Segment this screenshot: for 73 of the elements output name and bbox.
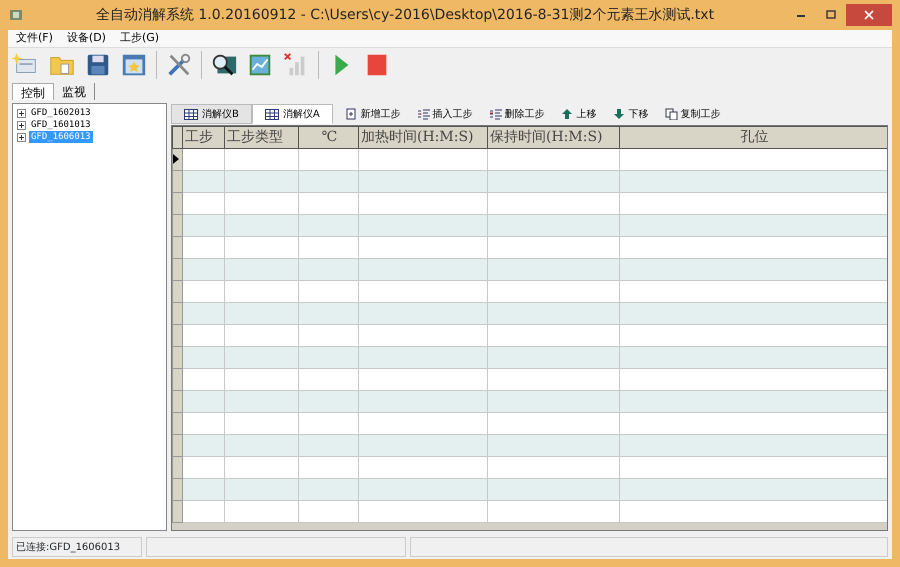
app-icon <box>8 8 24 22</box>
table-cell <box>182 368 224 390</box>
down-arrow-icon <box>612 108 626 120</box>
table-cell <box>298 236 358 258</box>
table-cell <box>182 258 224 280</box>
window-title: 全自动消解系统 1.0.20160912 - C:\Users\cy-2016\Desktop\2016-8-31测2个元素王水测试.txt <box>94 6 716 24</box>
delete-row-icon <box>488 108 502 120</box>
up-arrow-icon <box>560 108 574 120</box>
toolbar-button[interactable]: 下移 <box>608 106 653 122</box>
table-cell <box>182 170 224 192</box>
device-tab[interactable]: 消解仪A <box>252 104 333 124</box>
table-cell <box>298 434 358 456</box>
table-cell <box>298 478 358 500</box>
add-row-icon <box>344 108 358 120</box>
menu-item[interactable]: 工步(G) <box>120 30 160 47</box>
table-cell <box>298 346 358 368</box>
table-cell <box>298 148 358 170</box>
tree-item[interactable]: GFD_1601013 <box>29 119 93 131</box>
table-cell <box>182 214 224 236</box>
menu-item[interactable]: 文件(F) <box>16 30 53 47</box>
table-cell <box>182 192 224 214</box>
close-button[interactable] <box>846 4 892 26</box>
table-cell <box>182 500 224 522</box>
close-icon <box>864 10 874 20</box>
table-cell <box>182 390 224 412</box>
row-pointer-icon <box>173 154 179 164</box>
column-header: ℃ <box>298 126 358 148</box>
insert-row-icon <box>416 108 430 120</box>
table-icon <box>184 108 198 120</box>
table-cell <box>298 390 358 412</box>
toolbar-button[interactable]: 上移 <box>556 106 601 122</box>
table-cell <box>298 302 358 324</box>
status-text: 已连接:GFD_1606013 <box>12 537 142 557</box>
table-cell <box>298 412 358 434</box>
row-header[interactable] <box>172 148 182 170</box>
table-cell <box>298 280 358 302</box>
column-header: 孔位 <box>620 126 887 148</box>
column-header: 工步 <box>182 126 224 148</box>
table-icon <box>264 108 279 120</box>
table-cell <box>182 324 224 346</box>
table-cell <box>182 346 224 368</box>
table-cell <box>298 324 358 346</box>
table-cell <box>182 456 224 478</box>
table-cell <box>182 478 224 500</box>
table-cell <box>182 236 224 258</box>
table-cell <box>182 148 224 170</box>
column-header: 工步类型 <box>224 126 298 148</box>
toolbar-button[interactable]: 插入工步 <box>412 106 477 122</box>
table-cell <box>298 500 358 522</box>
copy-icon <box>664 108 678 120</box>
tree-item[interactable]: GFD_1602013 <box>29 107 93 119</box>
table-cell <box>182 434 224 456</box>
toolbar-button[interactable]: 新增工步 <box>340 106 405 122</box>
column-header: 加热时间(H:M:S) <box>358 126 488 148</box>
table-cell <box>298 456 358 478</box>
table-cell <box>298 368 358 390</box>
table-cell <box>298 214 358 236</box>
table-cell <box>298 192 358 214</box>
device-tab[interactable]: 消解仪B <box>171 104 252 124</box>
toolbar-button[interactable]: 删除工步 <box>484 106 549 122</box>
table-cell <box>298 258 358 280</box>
expand-icon[interactable] <box>17 132 26 142</box>
tab[interactable]: 控制 <box>12 83 54 100</box>
table-cell <box>182 412 224 434</box>
maximize-icon <box>826 10 836 20</box>
table-cell <box>182 302 224 324</box>
expand-icon[interactable] <box>17 108 26 118</box>
column-header: 保持时间(H:M:S) <box>488 126 620 148</box>
table-cell <box>182 280 224 302</box>
expand-icon[interactable] <box>17 120 26 130</box>
toolbar-button[interactable]: 复制工步 <box>660 106 725 122</box>
table-cell <box>298 170 358 192</box>
menu-item[interactable]: 设备(D) <box>66 30 106 47</box>
